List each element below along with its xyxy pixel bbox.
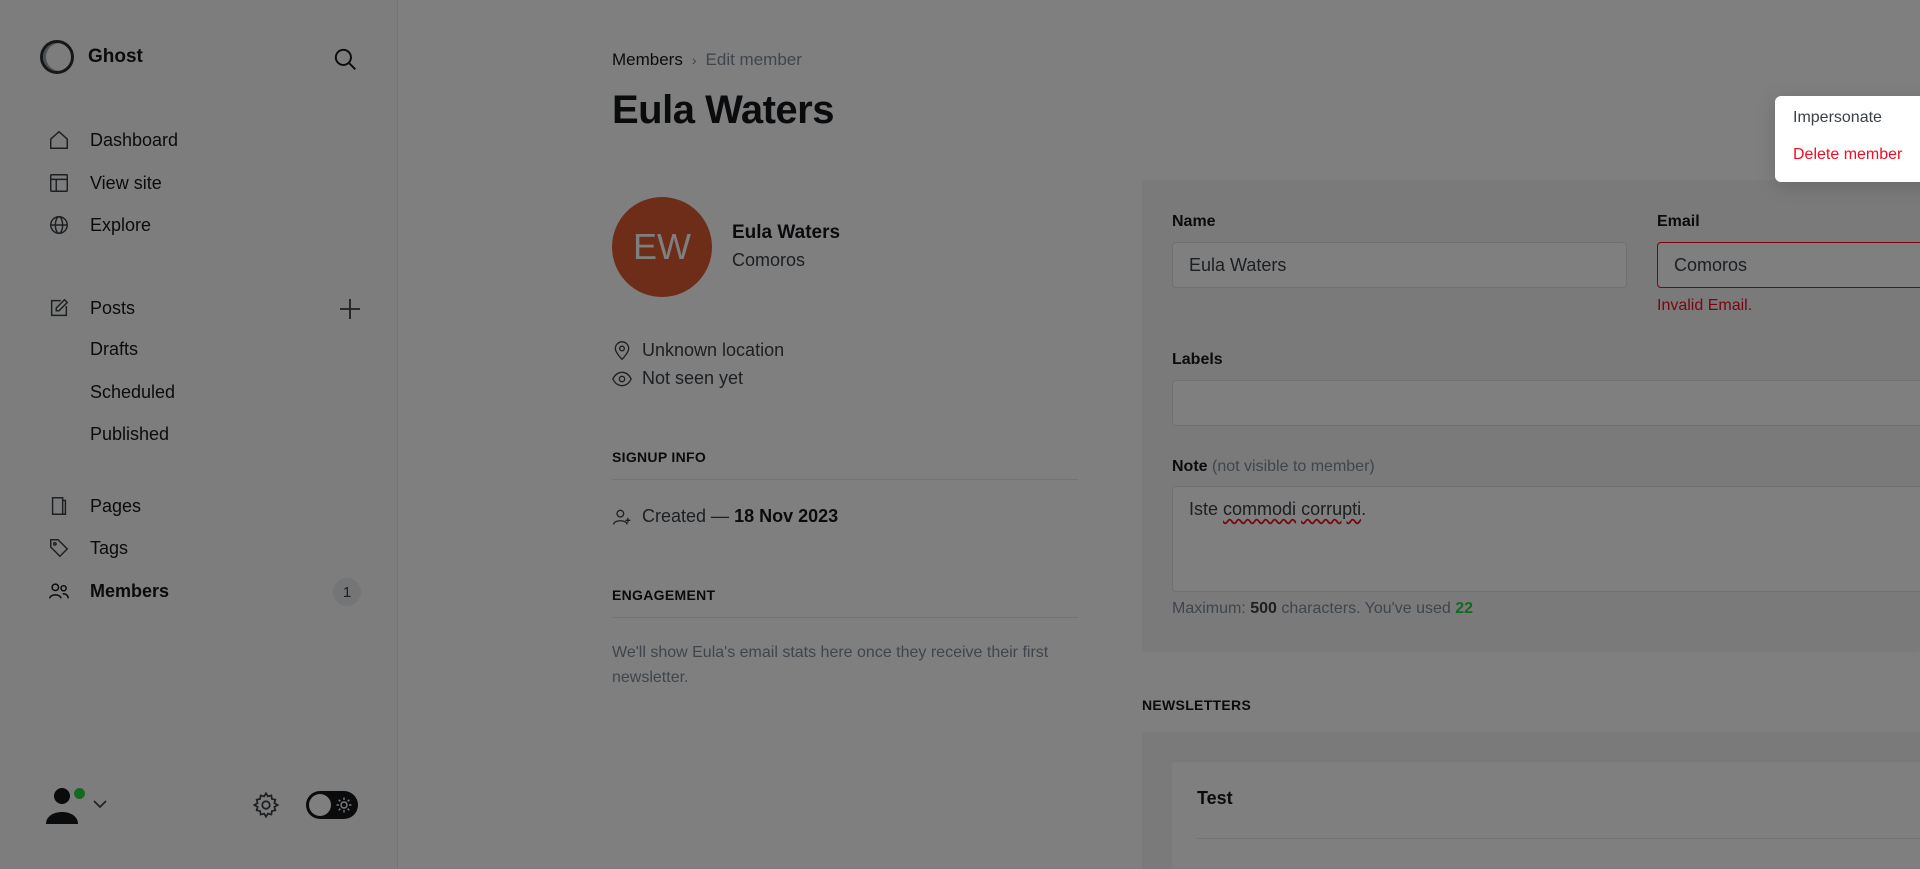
impersonate-menu-item[interactable]: Impersonate xyxy=(1793,109,1882,127)
delete-member-menu-item[interactable]: Delete member xyxy=(1793,146,1902,164)
member-actions-dropdown: Impersonate Delete member xyxy=(1775,96,1920,182)
modal-backdrop[interactable] xyxy=(0,0,1920,869)
